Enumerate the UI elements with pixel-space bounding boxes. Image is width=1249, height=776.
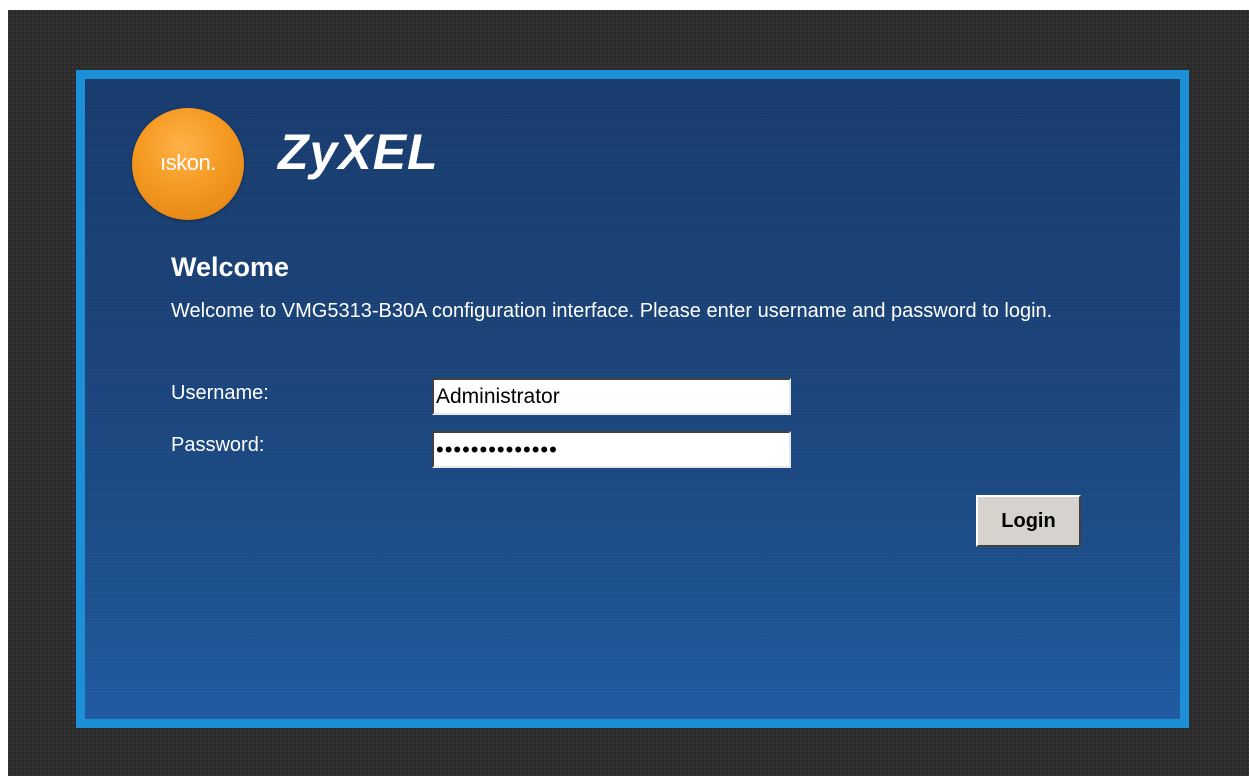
zyxel-logo: ZyXEL [278, 124, 439, 180]
page-title: Welcome [171, 252, 290, 282]
iskon-logo-text: ıskon. [160, 150, 216, 175]
welcome-message: Welcome to VMG5313-B30A configuration in… [171, 300, 1053, 322]
password-field[interactable] [432, 431, 791, 468]
username-field[interactable] [432, 378, 791, 415]
iskon-logo: ıskon. [132, 108, 244, 220]
password-label: Password: [171, 434, 265, 456]
username-label: Username: [171, 382, 269, 404]
login-button[interactable]: Login [976, 495, 1081, 547]
